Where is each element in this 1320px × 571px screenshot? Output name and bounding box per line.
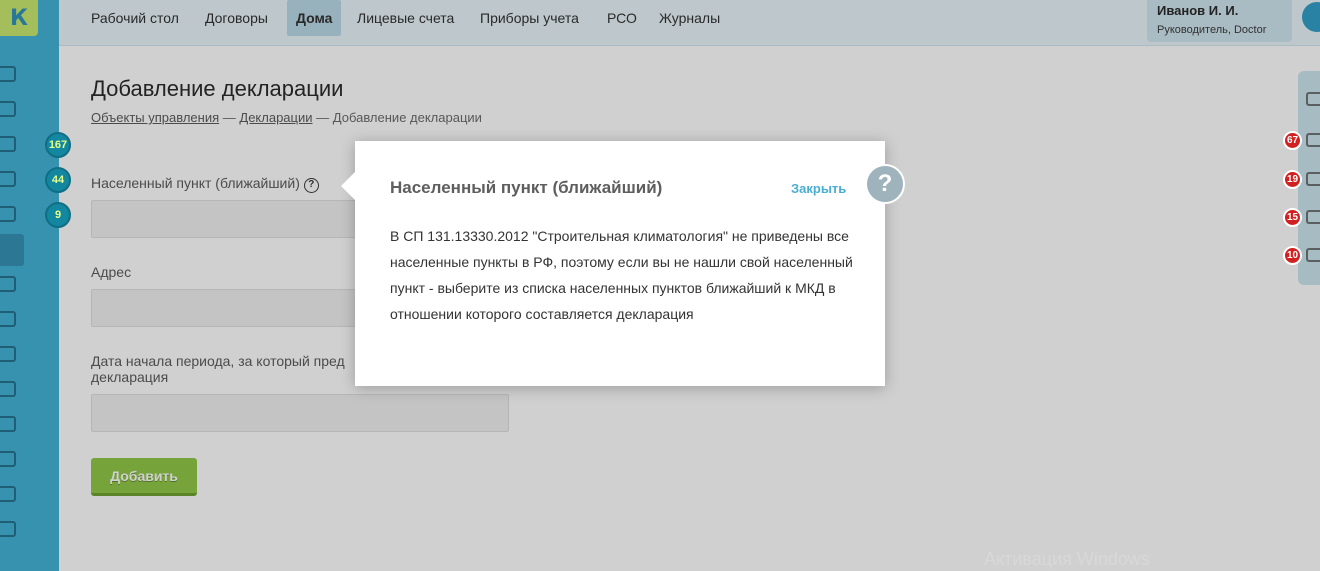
close-button[interactable]: Закрыть bbox=[791, 181, 846, 196]
popover-title: Населенный пункт (ближайший) bbox=[390, 178, 663, 197]
question-icon: ? bbox=[865, 164, 905, 204]
signal-icon[interactable] bbox=[1306, 172, 1320, 186]
popover-body: В СП 131.13330.2012 "Строительная климат… bbox=[390, 228, 853, 322]
desk-icon[interactable] bbox=[1306, 210, 1320, 224]
help-popover: Населенный пункт (ближайший) Закрыть В С… bbox=[355, 141, 885, 386]
sidebar-badge: 44 bbox=[45, 167, 71, 193]
windows-activation-watermark: Активация Windows bbox=[984, 549, 1150, 569]
notification-badge: 67 bbox=[1283, 131, 1302, 150]
bell-icon[interactable] bbox=[1306, 92, 1320, 106]
sidebar-badge: 9 bbox=[45, 202, 71, 228]
notification-badge: 10 bbox=[1283, 246, 1302, 265]
sidebar-badge: 167 bbox=[45, 132, 71, 158]
popover-arrow bbox=[341, 172, 355, 200]
tasks-icon[interactable] bbox=[1306, 133, 1320, 147]
message-icon[interactable] bbox=[1306, 248, 1320, 262]
notification-badge: 15 bbox=[1283, 208, 1302, 227]
notification-badge: 19 bbox=[1283, 170, 1302, 189]
